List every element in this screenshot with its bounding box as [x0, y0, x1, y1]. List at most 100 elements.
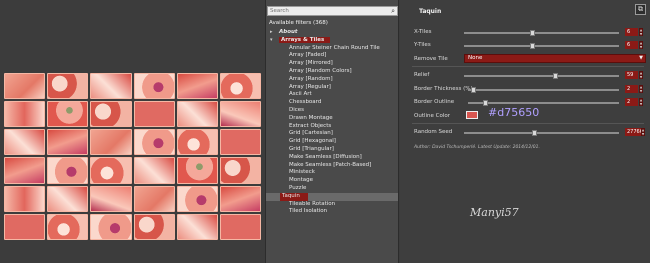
preview-tile [4, 213, 46, 240]
preview-tile [47, 129, 89, 156]
filter-item[interactable]: Tileable Rotation [266, 201, 398, 209]
x-tiles-knob[interactable] [530, 30, 535, 36]
preview-tile [90, 213, 132, 240]
preview-tile [133, 213, 175, 240]
preview-tile [90, 73, 132, 100]
filter-item[interactable]: Dices [266, 107, 398, 115]
y-tiles-spinner[interactable]: ▲ ▼ [639, 41, 643, 49]
filter-item-label: Make Seamless [Patch-Based] [289, 161, 372, 168]
search-input[interactable] [270, 7, 388, 15]
preview-tile [219, 157, 261, 184]
preview-tile [4, 73, 46, 100]
filter-item[interactable]: Array [Regular] [266, 84, 398, 92]
random-seed-value[interactable]: 27766 [625, 128, 643, 136]
filter-item[interactable]: Ministeck [266, 169, 398, 177]
filter-item[interactable]: Puzzle [266, 185, 398, 193]
filter-item[interactable]: Extract Objects [266, 123, 398, 131]
y-tiles-knob[interactable] [530, 43, 535, 49]
border-outline-value[interactable]: 2 [625, 98, 638, 106]
filter-item-selected[interactable]: Taquin [266, 192, 398, 201]
y-tiles-slider[interactable] [464, 43, 619, 49]
filter-item[interactable]: Drawn Montage [266, 115, 398, 123]
outline-color-hex: #d75650 [488, 106, 540, 119]
border-thickness-spinner[interactable]: ▲ ▼ [639, 85, 643, 93]
relief-value[interactable]: 59 [625, 71, 638, 79]
preview-pane[interactable] [0, 0, 265, 263]
border-thickness-label: Border Thickness (%) [414, 86, 473, 92]
random-seed-slider[interactable] [464, 130, 619, 136]
filter-item[interactable]: Array [Faded] [266, 52, 398, 60]
filter-item[interactable]: Tiled Isolation [266, 208, 398, 216]
x-tiles-spinner[interactable]: ▲ ▼ [639, 28, 643, 36]
filter-item[interactable]: Array [Mirrored] [266, 60, 398, 68]
filter-item[interactable]: Chessboard [266, 99, 398, 107]
filter-item[interactable]: Grid [Hexagonal] [266, 138, 398, 146]
border-outline-spinner[interactable]: ▲ ▼ [639, 98, 643, 106]
filter-item-label: Array [Random Colors] [289, 67, 352, 74]
search-box[interactable]: ⌕ [267, 6, 398, 16]
filter-item-label: Ascii Art [289, 91, 312, 98]
preview-tile [4, 129, 46, 156]
filter-category[interactable]: ▾ Arrays & Tiles [266, 36, 398, 45]
y-tiles-value[interactable]: 6 [625, 41, 638, 49]
relief-knob[interactable] [552, 73, 558, 79]
preview-tile [176, 73, 218, 100]
relief-slider[interactable] [464, 73, 619, 79]
expanded-arrow-icon[interactable]: ▾ [270, 37, 273, 45]
filter-item[interactable]: Grid [Cartesian] [266, 130, 398, 138]
filter-item-label: Array [Random] [289, 75, 333, 82]
border-outline-knob[interactable] [482, 100, 488, 106]
border-thickness-slider[interactable] [468, 87, 619, 93]
relief-spinner[interactable]: ▲ ▼ [639, 71, 643, 79]
filter-item[interactable]: Grid [Triangular] [266, 146, 398, 154]
border-thickness-value[interactable]: 2 [625, 85, 638, 93]
filter-category[interactable]: ▸ About [266, 29, 398, 37]
filter-item[interactable]: Array [Random Colors] [266, 68, 398, 76]
filter-item-label: Array [Faded] [289, 52, 327, 59]
random-seed-knob[interactable] [531, 130, 537, 136]
filter-settings-panel: Taquin ⧉ X-Tiles 6 ▲ ▼ Y-Tiles 6 ▲ ▼ Remov… [400, 0, 650, 263]
filter-title: Taquin [419, 8, 442, 15]
filter-item-label: Drawn Montage [289, 114, 333, 121]
preview-tile [176, 101, 218, 128]
preview-tile [133, 157, 175, 184]
expand-preview-icon[interactable]: ⧉ [635, 4, 646, 15]
filter-item[interactable]: Montage [266, 177, 398, 185]
filter-tree[interactable]: ▸ About ▾ Arrays & Tiles Annular Steiner Cha… [266, 29, 398, 216]
filter-item-label: Montage [289, 177, 313, 184]
random-seed-spinner[interactable]: ▲ ▼ [641, 128, 645, 136]
search-icon[interactable]: ⌕ [391, 7, 395, 15]
taquin-preview-image [4, 73, 261, 240]
filter-item[interactable]: Make Seamless [Diffusion] [266, 154, 398, 162]
x-tiles-slider[interactable] [464, 30, 619, 36]
x-tiles-label: X-Tiles [414, 29, 432, 35]
filter-item-label: Chessboard [289, 99, 322, 106]
divider [412, 66, 644, 67]
preview-tile [219, 101, 261, 128]
x-tiles-value[interactable]: 6 [625, 28, 638, 36]
remove-tile-label: Remove Tile [414, 56, 448, 62]
outline-color-swatch[interactable] [466, 111, 478, 119]
preview-tile [176, 185, 218, 212]
border-thickness-knob[interactable] [470, 87, 476, 93]
border-outline-slider[interactable] [468, 100, 619, 106]
preview-tile [90, 157, 132, 184]
filter-item[interactable]: Annular Steiner Chain Round Tile [266, 45, 398, 53]
preview-tile [219, 73, 261, 100]
preview-tile [4, 157, 46, 184]
author-note: Author: David Tschumperlé. [414, 145, 477, 150]
filter-item[interactable]: Make Seamless [Patch-Based] [266, 162, 398, 170]
signature-watermark: Manyi57 [470, 206, 519, 219]
filter-item[interactable]: Ascii Art [266, 91, 398, 99]
random-seed-label: Random Seed [414, 129, 453, 135]
preview-tile [47, 213, 89, 240]
collapsed-arrow-icon[interactable]: ▸ [270, 29, 273, 37]
filter-item-label: Grid [Hexagonal] [289, 138, 336, 145]
filter-item[interactable]: Array [Random] [266, 76, 398, 84]
filter-item-label: Grid [Triangular] [289, 145, 334, 152]
filter-item-label: Annular Steiner Chain Round Tile [289, 44, 380, 51]
preview-tile [133, 129, 175, 156]
filter-item-label: Array [Mirrored] [289, 60, 333, 67]
remove-tile-select[interactable]: None ▼ [464, 54, 646, 63]
preview-tile [47, 73, 89, 100]
